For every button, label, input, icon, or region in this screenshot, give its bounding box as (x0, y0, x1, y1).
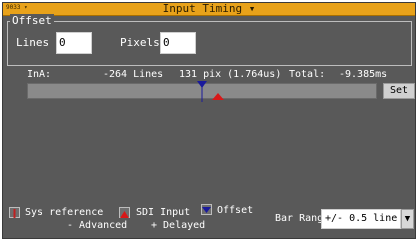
window-title[interactable]: Input Timing ▾ (3, 3, 415, 15)
sdi-input-swatch-icon (119, 207, 130, 218)
title-bar: 9033 ▾ Input Timing ▾ (3, 3, 415, 16)
lines-label: Lines (16, 36, 50, 49)
sys-reference-swatch-icon (9, 207, 20, 218)
sdi-input-label: SDI Input (136, 207, 191, 218)
input-label: InA: (27, 69, 52, 80)
offset-group: Offset Lines 0 Pixels 0 (7, 14, 412, 66)
bar-range-select[interactable]: +/- 0.5 line (321, 209, 401, 229)
pixel-offset-readout: 131 pix (1.764us) (179, 69, 282, 80)
pixels-label: Pixels (120, 36, 160, 49)
chevron-down-icon[interactable]: ▼ (401, 209, 414, 229)
set-button[interactable]: Set (383, 83, 415, 99)
advanced-label: - Advanced (67, 220, 128, 231)
lines-input[interactable]: 0 (56, 32, 92, 54)
sys-reference-label: Sys reference (25, 207, 104, 218)
offset-group-label: Offset (10, 14, 54, 27)
offset-marker-icon[interactable] (196, 80, 208, 102)
offset-legend-label: Offset (217, 205, 254, 216)
total-readout: -9.385ms (339, 69, 388, 80)
pixels-input[interactable]: 0 (160, 32, 196, 54)
total-label: Total: (289, 69, 326, 80)
sdi-input-marker-icon (212, 93, 224, 100)
offset-swatch-icon (201, 204, 212, 215)
input-timing-window: 9033 ▾ Input Timing ▾ Offset Lines 0 Pix… (2, 2, 416, 239)
delayed-label: + Delayed (151, 220, 206, 231)
line-offset-readout: -264 Lines (103, 69, 164, 80)
